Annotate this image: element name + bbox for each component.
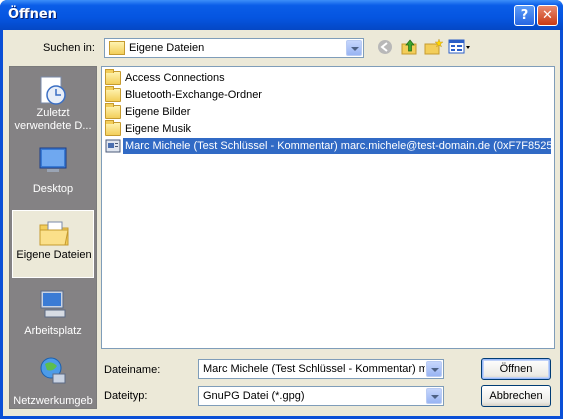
- chevron-down-icon[interactable]: [346, 40, 362, 56]
- place-label: Desktop: [32, 183, 74, 195]
- file-name: Bluetooth-Exchange-Ordner: [125, 89, 262, 101]
- place-label: Netzwerkumgeb: [13, 395, 93, 407]
- gpg-file-icon: [105, 139, 121, 153]
- list-item-selected[interactable]: Marc Michele (Test Schlüssel - Kommentar…: [105, 138, 551, 154]
- music-folder-icon: [105, 120, 121, 136]
- places-bar: Zuletzt verwendete D... Desktop Eigene D…: [9, 66, 97, 409]
- filetype-value: GnuPG Datei (*.gpg): [203, 390, 305, 402]
- filename-input[interactable]: Marc Michele (Test Schlüssel - Kommentar…: [198, 359, 444, 379]
- window-title: Öffnen: [8, 7, 57, 22]
- file-name: Access Connections: [125, 72, 225, 84]
- place-my-computer[interactable]: Arbeitsplatz: [12, 282, 94, 350]
- place-my-documents[interactable]: Eigene Dateien: [12, 210, 94, 278]
- folder-icon: [105, 69, 121, 85]
- open-button[interactable]: Öffnen: [481, 358, 551, 380]
- folder-icon: [105, 86, 121, 102]
- desktop-icon: [39, 147, 67, 172]
- file-name: Eigene Musik: [125, 123, 192, 135]
- filetype-label: Dateityp:: [104, 390, 148, 402]
- help-button[interactable]: ?: [514, 5, 535, 26]
- filename-label: Dateiname:: [104, 364, 161, 376]
- filetype-select[interactable]: GnuPG Datei (*.gpg): [198, 386, 444, 406]
- close-button[interactable]: ✕: [537, 5, 558, 26]
- documents-folder-icon: [109, 41, 125, 55]
- chevron-down-icon[interactable]: [426, 388, 442, 404]
- chevron-down-icon[interactable]: [426, 361, 442, 377]
- file-name: Eigene Bilder: [125, 106, 191, 118]
- my-documents-icon: [39, 221, 69, 246]
- view-menu-icon[interactable]: [448, 38, 472, 56]
- title-bar[interactable]: Öffnen ? ✕: [0, 0, 563, 30]
- place-label: Zuletzt verwendete D...: [14, 107, 92, 132]
- file-name: Marc Michele (Test Schlüssel - Kommentar…: [123, 138, 551, 154]
- file-list[interactable]: Access Connections Bluetooth-Exchange-Or…: [101, 66, 555, 349]
- pictures-folder-icon: [105, 103, 121, 119]
- my-computer-icon: [40, 290, 66, 318]
- back-icon[interactable]: [376, 38, 396, 56]
- lookin-value: Eigene Dateien: [129, 42, 205, 54]
- place-desktop[interactable]: Desktop: [12, 139, 94, 207]
- place-recent[interactable]: Zuletzt verwendete D...: [12, 69, 94, 137]
- lookin-dropdown[interactable]: Eigene Dateien: [104, 38, 364, 58]
- lookin-label: Suchen in:: [43, 42, 95, 54]
- dialog-client-area: Suchen in: Eigene Dateien Zuletzt verwen…: [3, 30, 560, 416]
- open-dialog-window: Öffnen ? ✕ Suchen in: Eigene Dateien Zul…: [0, 0, 563, 419]
- filename-value: Marc Michele (Test Schlüssel - Kommentar…: [203, 363, 425, 375]
- place-label: Arbeitsplatz: [24, 325, 82, 337]
- place-network[interactable]: Netzwerkumgeb: [12, 350, 94, 418]
- new-folder-icon[interactable]: [424, 38, 444, 56]
- place-label: Eigene Dateien: [16, 249, 92, 261]
- up-folder-icon[interactable]: [400, 38, 420, 56]
- recent-documents-icon: [40, 76, 66, 105]
- cancel-button[interactable]: Abbrechen: [481, 385, 551, 407]
- network-places-icon: [40, 357, 66, 384]
